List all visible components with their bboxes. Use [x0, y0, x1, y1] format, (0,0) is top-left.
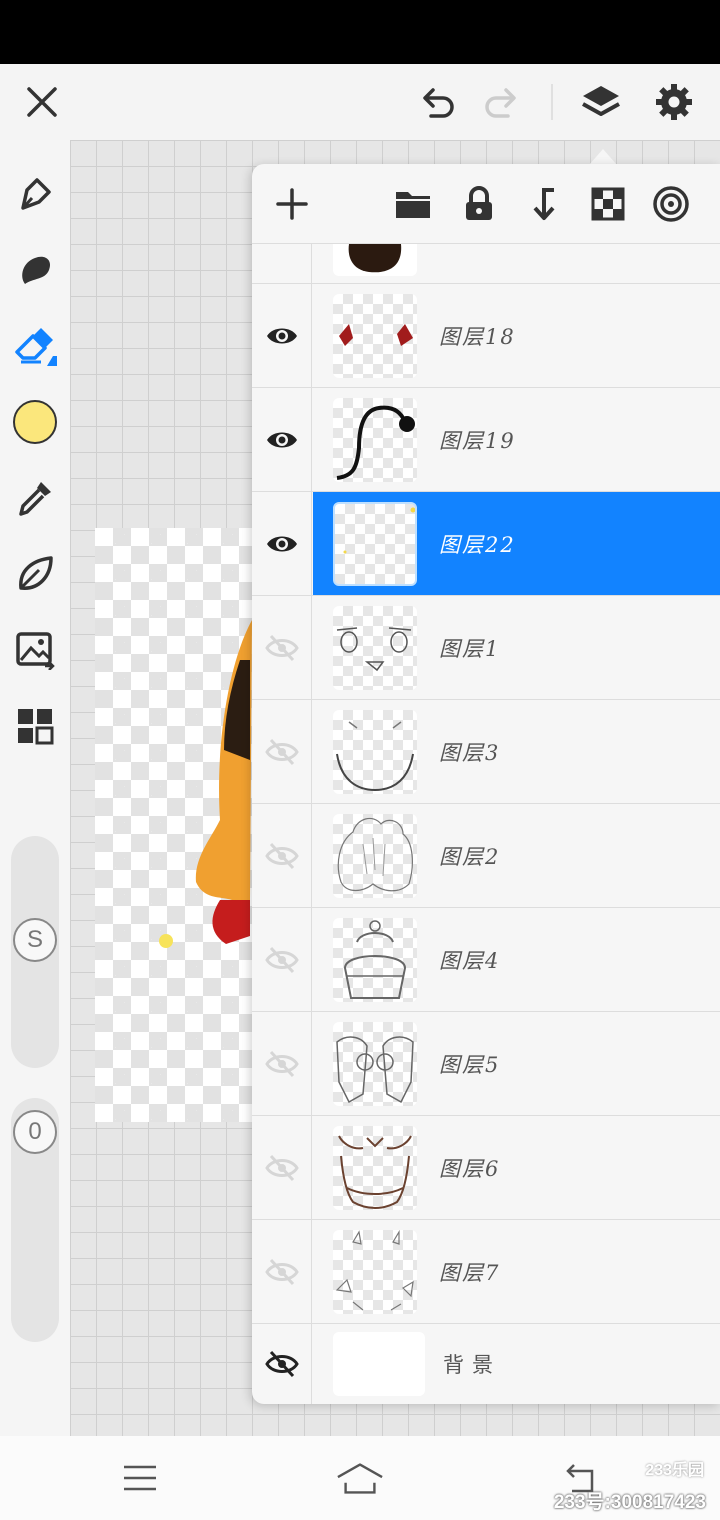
smudge-icon[interactable] [11, 246, 59, 294]
layer-thumbnail [333, 1229, 417, 1314]
layer-row[interactable]: 图层4 [252, 908, 720, 1012]
eye-off-icon[interactable] [252, 1012, 312, 1115]
layer-thumbnail [333, 501, 417, 586]
layer-thumbnail [333, 1021, 417, 1106]
opacity-label: 0 [28, 1118, 42, 1145]
layer-row[interactable]: 图层7 [252, 1220, 720, 1324]
pen-icon[interactable] [11, 170, 59, 218]
panel-caret [589, 149, 617, 165]
watermark-id: 233号:300817423 [553, 1492, 706, 1513]
layer-row[interactable]: 图层6 [252, 1116, 720, 1220]
layer-name[interactable]: 图层5 [439, 1049, 500, 1079]
yellow-dot [159, 934, 173, 948]
eye-icon[interactable] [252, 284, 312, 387]
layer-row[interactable]: 图层19 [252, 388, 720, 492]
brush-size-knob[interactable]: S [13, 918, 57, 962]
layer-name[interactable]: 图层2 [439, 841, 500, 871]
layer-name[interactable]: 图层1 [439, 633, 500, 663]
folder-icon[interactable] [393, 184, 433, 224]
merge-down-icon[interactable] [523, 184, 563, 224]
home-icon[interactable] [336, 1454, 384, 1502]
brush-size-slider[interactable]: S [11, 836, 59, 1068]
layer-row-selected[interactable]: 图层22 [252, 492, 720, 596]
layer-row[interactable] [252, 244, 720, 284]
layer-thumbnail [333, 293, 417, 378]
toolbar-divider [551, 84, 553, 120]
eye-icon[interactable] [252, 388, 312, 491]
eye-icon[interactable] [252, 492, 312, 595]
layer-name[interactable]: 图层6 [439, 1153, 500, 1183]
eye-off-icon[interactable] [252, 1220, 312, 1323]
color-swatch[interactable] [11, 398, 59, 446]
layer-row[interactable]: 图层2 [252, 804, 720, 908]
layer-name[interactable]: 图层19 [439, 425, 516, 455]
layer-thumbnail [333, 1125, 417, 1210]
eye-off-icon[interactable] [252, 1116, 312, 1219]
menu-icon[interactable] [116, 1454, 164, 1502]
layers-icon[interactable] [577, 78, 625, 126]
layer-row-background[interactable]: 背景 [252, 1324, 720, 1404]
eye-off-icon[interactable] [252, 596, 312, 699]
eye-off-icon[interactable] [252, 700, 312, 803]
layer-thumbnail [333, 605, 417, 690]
layer-row[interactable]: 图层18 [252, 284, 720, 388]
clipping-icon[interactable] [651, 184, 691, 224]
undo-icon[interactable] [413, 78, 461, 126]
system-nav-bar: 233乐园 233号:300817423 [0, 1436, 720, 1520]
eraser-icon[interactable] [11, 322, 59, 370]
layer-thumbnail [333, 397, 417, 482]
watermark-logo: 233乐园 [645, 1462, 704, 1479]
layer-row[interactable]: 图层5 [252, 1012, 720, 1116]
visibility-slot [252, 244, 312, 283]
eyedropper-icon[interactable] [11, 474, 59, 522]
eye-off-icon[interactable] [252, 804, 312, 907]
layer-name[interactable]: 图层4 [439, 945, 500, 975]
eye-off-icon[interactable] [252, 1324, 312, 1404]
brush-size-label: S [26, 926, 43, 953]
eye-off-icon[interactable] [252, 908, 312, 1011]
checker-icon[interactable] [588, 184, 628, 224]
lock-icon[interactable] [459, 184, 499, 224]
status-bar [0, 0, 720, 64]
layer-thumbnail [333, 709, 417, 794]
leaf-icon[interactable] [11, 550, 59, 598]
gear-icon[interactable] [650, 78, 698, 126]
opacity-slider[interactable]: 0 [11, 1098, 59, 1342]
add-layer-icon[interactable] [272, 184, 312, 224]
layer-name[interactable]: 背景 [443, 1349, 501, 1379]
close-icon[interactable] [18, 78, 66, 126]
left-toolbar: S 0 [0, 140, 70, 1436]
artwork-preview [195, 620, 252, 944]
layer-name[interactable]: 图层22 [439, 529, 516, 559]
opacity-knob[interactable]: 0 [13, 1110, 57, 1154]
layer-thumbnail [333, 813, 417, 898]
layer-thumbnail [333, 1332, 425, 1396]
layer-row[interactable]: 图层1 [252, 596, 720, 700]
grid-menu-icon[interactable] [11, 702, 59, 750]
layers-panel: 图层18 图层19 图层22 图层1 图层3 图层2 图层4 图层5 图层6 图… [252, 164, 720, 1404]
layer-name[interactable]: 图层18 [439, 321, 516, 351]
layer-thumbnail [333, 244, 417, 276]
layer-thumbnail [333, 917, 417, 1002]
layer-row[interactable]: 图层3 [252, 700, 720, 804]
image-import-icon[interactable] [11, 626, 59, 674]
layer-name[interactable]: 图层3 [439, 737, 500, 767]
layers-panel-toolbar [252, 164, 720, 244]
layer-name[interactable]: 图层7 [439, 1257, 500, 1287]
top-toolbar [0, 64, 720, 140]
redo-icon[interactable] [478, 78, 526, 126]
